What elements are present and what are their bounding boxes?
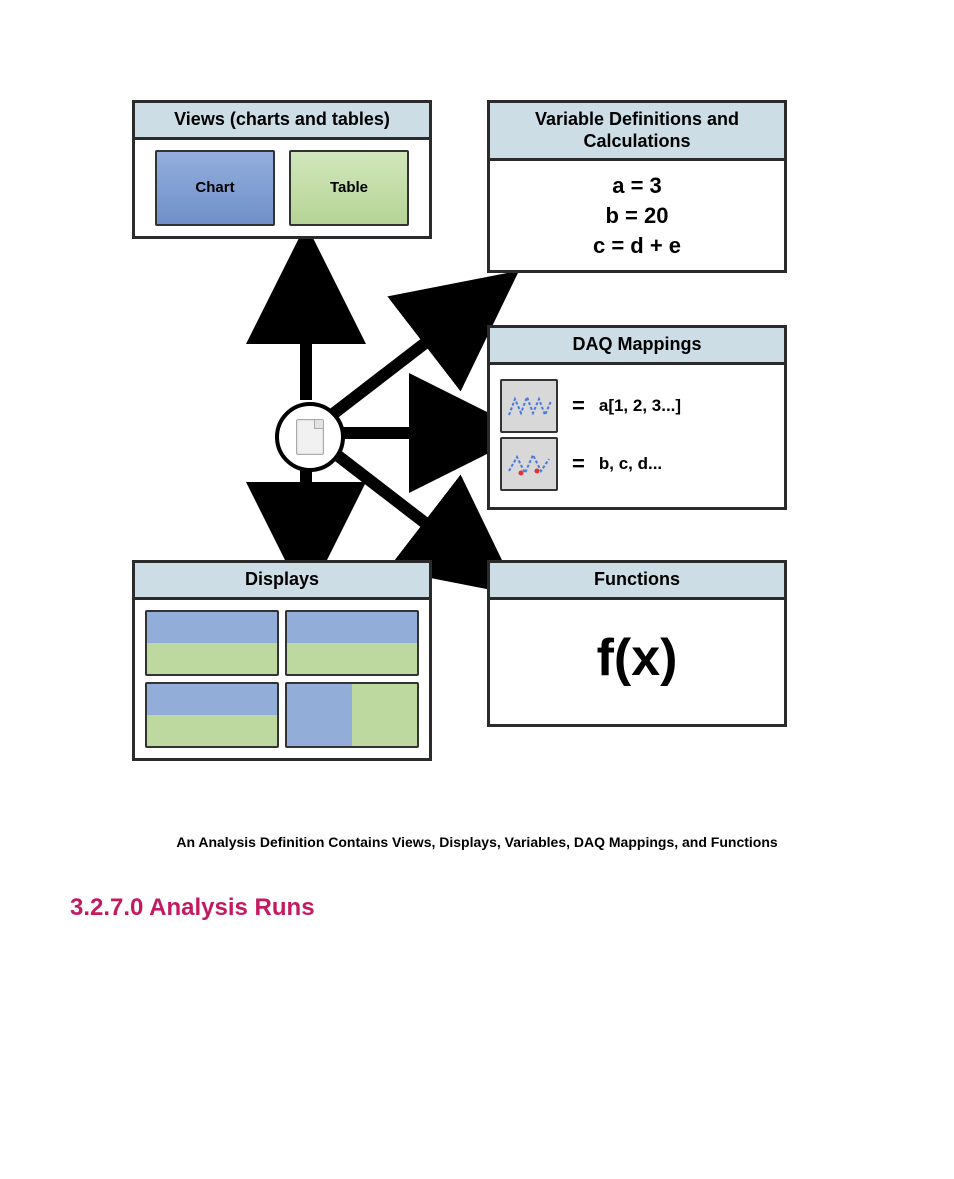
variables-title: Variable Definitions and Calculations — [490, 103, 784, 161]
document-icon — [296, 419, 324, 455]
functions-title: Functions — [490, 563, 784, 600]
hub-node — [275, 402, 345, 472]
displays-node: Displays — [132, 560, 432, 761]
display-thumbnail — [285, 682, 419, 748]
variable-line-2: b = 20 — [500, 201, 774, 231]
waveform-icon — [500, 379, 558, 433]
views-node: Views (charts and tables) Chart Table — [132, 100, 432, 239]
equals-icon: = — [572, 451, 585, 477]
displays-title: Displays — [135, 563, 429, 600]
daq-row-2: = b, c, d... — [500, 437, 774, 491]
display-thumbnail — [145, 610, 279, 676]
daq-title: DAQ Mappings — [490, 328, 784, 365]
views-title: Views (charts and tables) — [135, 103, 429, 140]
daq-node: DAQ Mappings = a[1, 2, 3...] = b, c, d..… — [487, 325, 787, 510]
chart-thumbnail-label: Chart — [195, 179, 234, 196]
table-thumbnail-label: Table — [330, 179, 368, 196]
table-thumbnail: Table — [289, 150, 409, 226]
fx-symbol: f(x) — [500, 610, 774, 714]
section-heading: 3.2.7.0 Analysis Runs — [70, 894, 894, 922]
equals-icon: = — [572, 393, 585, 419]
chart-thumbnail: Chart — [155, 150, 275, 226]
daq-row-2-label: b, c, d... — [599, 454, 662, 474]
variable-line-1: a = 3 — [500, 171, 774, 201]
variable-line-3: c = d + e — [500, 231, 774, 261]
daq-row-1-label: a[1, 2, 3...] — [599, 396, 681, 416]
waveform-icon — [500, 437, 558, 491]
display-thumbnail — [145, 682, 279, 748]
analysis-definition-diagram: Views (charts and tables) Chart Table Va… — [127, 100, 827, 820]
variables-node: Variable Definitions and Calculations a … — [487, 100, 787, 273]
figure-caption: An Analysis Definition Contains Views, D… — [60, 834, 894, 850]
daq-row-1: = a[1, 2, 3...] — [500, 379, 774, 433]
display-thumbnail — [285, 610, 419, 676]
functions-node: Functions f(x) — [487, 560, 787, 727]
